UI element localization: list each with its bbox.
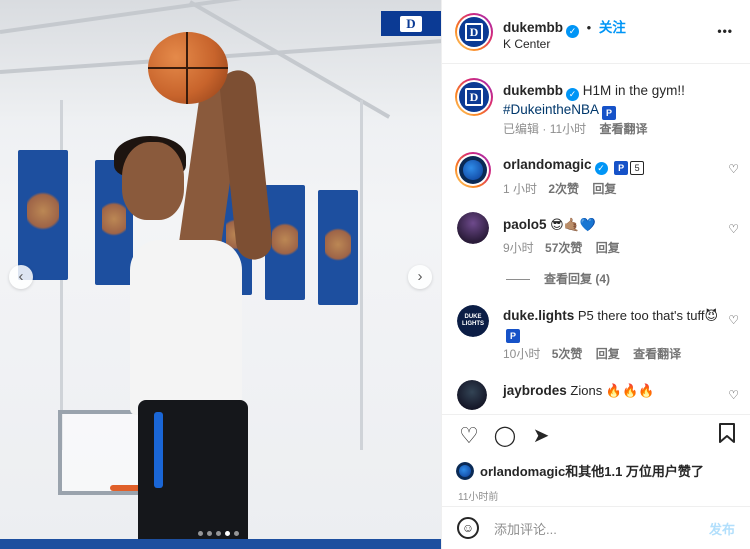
avatar bbox=[456, 462, 474, 480]
heart-icon[interactable]: ♡ bbox=[728, 162, 739, 176]
comment-username[interactable]: jaybrodes bbox=[503, 383, 567, 398]
caption-username[interactable]: dukembb bbox=[503, 83, 563, 98]
comment-input[interactable]: 添加评论... bbox=[494, 519, 557, 538]
post-photo[interactable]: D ‹ › bbox=[0, 0, 441, 549]
badge-p-icon: P bbox=[614, 161, 629, 175]
comment-likes[interactable]: 57次赞 bbox=[545, 241, 582, 255]
comment-icon[interactable]: ◯ bbox=[492, 423, 518, 449]
post-location[interactable]: K Center bbox=[503, 37, 550, 51]
edited-label: 已编辑 bbox=[503, 122, 540, 136]
badge-5-icon: 5 bbox=[630, 161, 645, 175]
comment-text: Zions 🔥🔥🔥 bbox=[570, 383, 655, 398]
duke-logo-icon: D bbox=[464, 23, 484, 41]
caption-text: H1M in the gym!! bbox=[582, 83, 685, 98]
reply-button[interactable]: 回复 bbox=[596, 241, 620, 255]
verified-badge-icon: ✓ bbox=[566, 25, 580, 38]
comment-likes[interactable]: 2次赞 bbox=[548, 182, 579, 196]
share-icon[interactable]: ➤ bbox=[528, 423, 554, 449]
orlando-magic-logo-icon bbox=[463, 160, 483, 180]
comment-text: 😎🤙🏽💙 bbox=[550, 217, 597, 232]
comment-time: 9小时 bbox=[503, 241, 534, 255]
more-options-icon[interactable]: ••• bbox=[717, 24, 733, 38]
duke-logo-icon: D bbox=[400, 15, 422, 32]
add-comment-bar: ☺ 添加评论... 发布 bbox=[442, 506, 750, 549]
post-comment-button[interactable]: 发布 bbox=[709, 519, 735, 538]
carousel-dot bbox=[216, 531, 221, 536]
view-replies-label[interactable]: 查看回复 (4) bbox=[544, 272, 610, 286]
floor-strip bbox=[0, 539, 441, 549]
avatar[interactable] bbox=[457, 212, 489, 244]
heart-icon[interactable]: ♡ bbox=[728, 388, 739, 402]
player-head bbox=[122, 142, 184, 220]
avatar[interactable] bbox=[455, 152, 491, 188]
heart-icon[interactable]: ♡ bbox=[456, 423, 482, 449]
carousel-dots bbox=[198, 531, 239, 536]
comment-time: 10小时 bbox=[503, 347, 541, 361]
orlando-magic-logo-icon bbox=[458, 464, 472, 478]
jaybrodes-avatar-image bbox=[457, 380, 487, 410]
comment-text: P5 there too that's tuff😈 bbox=[577, 308, 718, 323]
avatar[interactable]: D bbox=[455, 13, 493, 51]
bookmark-icon[interactable] bbox=[714, 423, 740, 449]
post-actions: ♡ ◯ ➤ bbox=[442, 414, 750, 458]
comment-likes[interactable]: 5次赞 bbox=[552, 347, 583, 361]
chevron-right-icon[interactable]: › bbox=[408, 265, 432, 289]
shorts-stripe bbox=[154, 412, 163, 488]
translate-link[interactable]: 查看翻译 bbox=[633, 347, 681, 361]
wall-banner bbox=[318, 190, 358, 305]
player-figure bbox=[110, 68, 280, 549]
player-jersey bbox=[130, 240, 242, 415]
duke-tag-badge: D bbox=[381, 11, 441, 36]
post-header: D dukembb ✓ • 关注 K Center ••• bbox=[442, 0, 750, 64]
badge-p-icon: P bbox=[602, 106, 617, 120]
post-time: 11小时前 bbox=[458, 492, 499, 503]
author-username[interactable]: dukembb bbox=[503, 20, 563, 35]
paolo-avatar-image bbox=[457, 212, 489, 244]
reply-button[interactable]: 回复 bbox=[592, 182, 616, 196]
post-details-pane: D dukembb ✓ • 关注 K Center ••• D dukembb ✓ … bbox=[441, 0, 750, 549]
comment-username[interactable]: paolo5 bbox=[503, 217, 547, 232]
comment-username[interactable]: orlandomagic bbox=[503, 157, 592, 172]
comment-time: 1 小时 bbox=[503, 182, 538, 196]
emoji-icon[interactable]: ☺ bbox=[457, 517, 479, 539]
basketball bbox=[148, 32, 228, 104]
avatar[interactable]: D bbox=[455, 78, 493, 116]
likes-username[interactable]: orlandomagic bbox=[480, 464, 565, 479]
verified-badge-icon: ✓ bbox=[594, 162, 608, 175]
heart-icon[interactable]: ♡ bbox=[728, 313, 739, 327]
caption-time: 11小时 bbox=[549, 122, 587, 136]
duke-logo-icon: D bbox=[464, 88, 484, 106]
hashtag-link[interactable]: #DukeintheNBA bbox=[503, 102, 599, 117]
carousel-dot bbox=[207, 531, 212, 536]
chevron-left-icon[interactable]: ‹ bbox=[9, 265, 33, 289]
view-replies-link[interactable]: 查看回复 (4) bbox=[506, 270, 610, 287]
wall-banner bbox=[18, 150, 68, 280]
reply-button[interactable]: 回复 bbox=[596, 347, 620, 361]
replies-divider bbox=[506, 279, 530, 281]
likes-text: 和其他1.1 万位用户赞了 bbox=[565, 464, 704, 479]
avatar[interactable] bbox=[457, 380, 487, 410]
likes-summary[interactable]: orlandomagic和其他1.1 万位用户赞了 bbox=[456, 461, 746, 480]
translate-link[interactable]: 查看翻译 bbox=[600, 122, 648, 136]
comment-username[interactable]: duke.lights bbox=[503, 308, 574, 323]
bookmark-icon-svg bbox=[719, 423, 735, 443]
duke-lights-logo-icon: DUKE LIGHTS bbox=[457, 305, 489, 337]
heart-icon[interactable]: ♡ bbox=[728, 222, 739, 236]
carousel-dot bbox=[234, 531, 239, 536]
follow-button[interactable]: 关注 bbox=[599, 20, 626, 35]
badge-p-icon: P bbox=[506, 329, 520, 343]
verified-badge-icon: ✓ bbox=[566, 88, 580, 101]
avatar[interactable]: DUKE LIGHTS bbox=[457, 305, 489, 337]
carousel-dot bbox=[198, 531, 203, 536]
carousel-dot-active bbox=[225, 531, 230, 536]
wall-pillar bbox=[360, 100, 363, 450]
